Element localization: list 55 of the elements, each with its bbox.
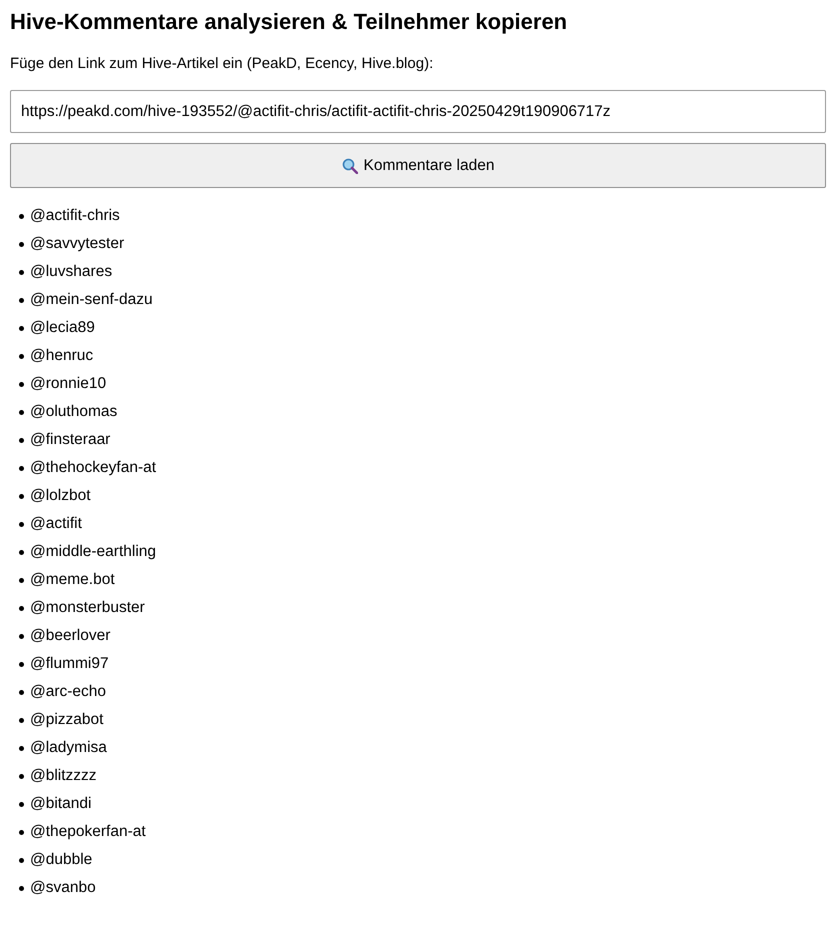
participant-name: @finsteraar <box>30 431 110 449</box>
participant-name: @svanbo <box>30 879 96 897</box>
load-comments-button[interactable]: Kommentare laden <box>10 143 826 188</box>
bullet-icon <box>19 270 24 274</box>
participant-name: @mein-senf-dazu <box>30 291 153 309</box>
bullet-icon <box>19 410 24 414</box>
participant-name: @middle-earthling <box>30 543 156 561</box>
bullet-icon <box>19 718 24 722</box>
bullet-icon <box>19 550 24 554</box>
bullet-icon <box>19 886 24 890</box>
bullet-icon <box>19 298 24 302</box>
participant-name: @beerlover <box>30 627 110 645</box>
participant-name: @dubble <box>30 851 92 869</box>
participant-name: @luvshares <box>30 263 112 281</box>
participant-name: @bitandi <box>30 795 92 813</box>
bullet-icon <box>19 858 24 862</box>
participant-name: @oluthomas <box>30 403 118 421</box>
bullet-icon <box>19 606 24 610</box>
bullet-icon <box>19 242 24 246</box>
participant-name: @pizzabot <box>30 711 104 729</box>
participant-name: @monsterbuster <box>30 599 145 617</box>
participant-name: @ladymisa <box>30 739 107 757</box>
search-icon <box>342 158 358 174</box>
participant-name: @arc-echo <box>30 683 106 701</box>
bullet-icon <box>19 326 24 330</box>
bullet-icon <box>19 802 24 806</box>
participant-name: @actifit-chris <box>30 207 120 225</box>
page-title: Hive-Kommentare analysieren & Teilnehmer kopieren <box>10 8 568 35</box>
participant-name: @blitzzzz <box>30 767 97 785</box>
instruction-text: Füge den Link zum Hive-Artikel ein (PeakD, Ecency, Hive.blog): <box>10 55 434 73</box>
participant-name: @ronnie10 <box>30 375 106 393</box>
participant-name: @lolzbot <box>30 487 91 505</box>
participant-name: @henruc <box>30 347 94 365</box>
bullet-icon <box>19 662 24 666</box>
url-field[interactable]: https://peakd.com/hive-193552/@actifit-chris/actifit-actifit-chris-20250429t190906717z <box>10 90 826 133</box>
bullet-icon <box>19 354 24 358</box>
bullet-icon <box>19 774 24 778</box>
participant-name: @lecia89 <box>30 319 95 337</box>
participant-name: @thepokerfan-at <box>30 823 146 841</box>
participant-name: @flummi97 <box>30 655 109 673</box>
bullet-icon <box>19 438 24 442</box>
participant-name: @actifit <box>30 515 82 533</box>
participant-name: @meme.bot <box>30 571 115 589</box>
bullet-icon <box>19 830 24 834</box>
bullet-icon <box>19 634 24 638</box>
bullet-icon <box>19 466 24 470</box>
participant-name: @savvytester <box>30 235 124 253</box>
bullet-icon <box>19 382 24 386</box>
bullet-icon <box>19 522 24 526</box>
bullet-icon <box>19 214 24 218</box>
bullet-icon <box>19 746 24 750</box>
bullet-icon <box>19 578 24 582</box>
bullet-icon <box>19 690 24 694</box>
participant-name: @thehockeyfan-at <box>30 459 156 477</box>
bullet-icon <box>19 494 24 498</box>
